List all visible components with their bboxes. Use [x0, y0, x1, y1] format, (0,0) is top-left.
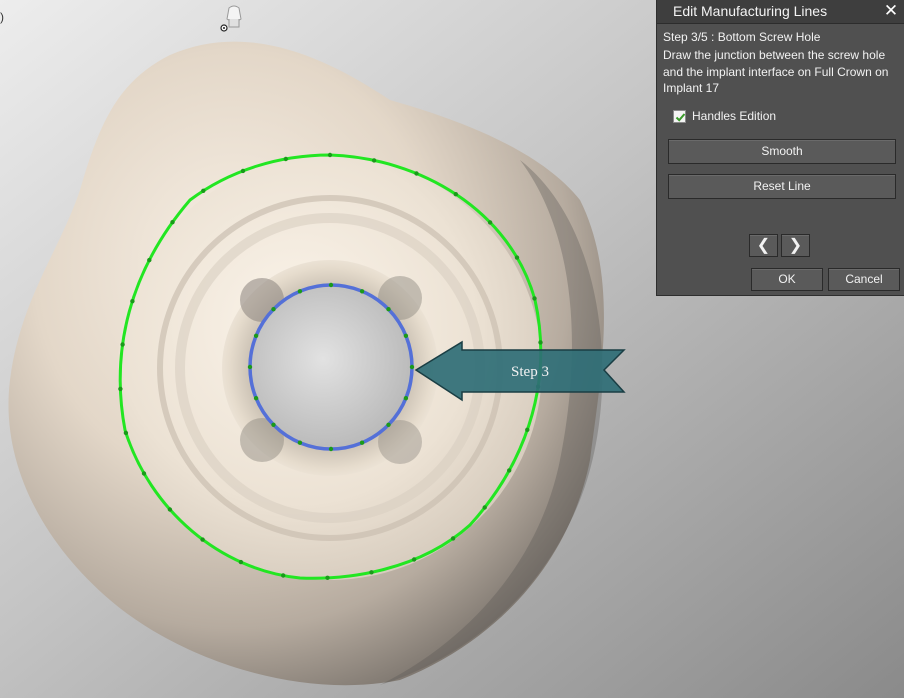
step-description: Draw the junction between the screw hole…: [663, 48, 889, 95]
line-handle[interactable]: [328, 446, 334, 452]
line-handle[interactable]: [240, 168, 246, 174]
smooth-button[interactable]: Smooth: [668, 139, 896, 164]
panel-title: Edit Manufacturing Lines: [673, 3, 828, 19]
next-step-button[interactable]: ❯: [781, 234, 810, 257]
check-icon: [675, 113, 686, 122]
chevron-right-icon: ❯: [788, 237, 803, 254]
line-handle[interactable]: [141, 471, 147, 476]
previous-step-button[interactable]: ❮: [749, 234, 778, 257]
line-handle[interactable]: [120, 342, 125, 347]
line-handle[interactable]: [200, 537, 205, 542]
line-handle[interactable]: [238, 559, 244, 565]
line-handle[interactable]: [514, 255, 520, 260]
reset-line-button[interactable]: Reset Line: [668, 174, 896, 199]
handles-edition-checkbox[interactable]: [673, 110, 686, 123]
line-handle[interactable]: [411, 557, 417, 562]
edge-mark: ): [0, 10, 4, 24]
screw-hole: [251, 287, 411, 447]
line-handle[interactable]: [359, 289, 365, 294]
line-handle[interactable]: [532, 296, 537, 301]
line-handle[interactable]: [297, 289, 303, 294]
line-handle[interactable]: [371, 158, 377, 163]
line-handle[interactable]: [147, 257, 152, 263]
line-handle[interactable]: [328, 282, 334, 288]
step-indicator: Step 3/5 : Bottom Screw Hole: [663, 30, 821, 44]
line-handle[interactable]: [525, 427, 530, 432]
close-icon[interactable]: ✕: [882, 1, 900, 21]
line-handle[interactable]: [450, 536, 456, 541]
line-handle[interactable]: [403, 396, 409, 401]
line-handle[interactable]: [487, 220, 493, 225]
panel-title-bar: Edit Manufacturing Lines ✕: [657, 0, 904, 24]
line-handle[interactable]: [482, 505, 487, 510]
edit-manufacturing-lines-panel: Edit Manufacturing Lines ✕ Step 3/5 : Bo…: [656, 0, 904, 296]
line-handle[interactable]: [253, 396, 259, 401]
line-handle[interactable]: [325, 575, 330, 580]
line-handle[interactable]: [118, 386, 123, 392]
line-handle[interactable]: [247, 364, 253, 370]
line-handle[interactable]: [297, 440, 303, 445]
line-handle[interactable]: [283, 156, 288, 162]
line-handle[interactable]: [167, 507, 173, 512]
handles-edition-label: Handles Edition: [692, 109, 777, 123]
line-handle[interactable]: [403, 333, 409, 338]
line-handle[interactable]: [453, 192, 458, 197]
line-handle[interactable]: [281, 573, 286, 578]
line-handle[interactable]: [359, 440, 365, 445]
line-handle[interactable]: [253, 333, 259, 338]
line-handle[interactable]: [130, 299, 135, 304]
line-handle[interactable]: [327, 152, 333, 158]
line-handle[interactable]: [507, 468, 512, 473]
ok-button[interactable]: OK: [751, 268, 823, 291]
line-handle[interactable]: [538, 340, 543, 345]
line-handle[interactable]: [409, 364, 415, 370]
step-arrow-label: Step 3: [511, 364, 549, 380]
line-handle[interactable]: [201, 188, 206, 193]
chevron-left-icon: ❮: [756, 237, 771, 254]
line-handle[interactable]: [123, 430, 129, 436]
line-handle[interactable]: [386, 422, 391, 427]
cancel-button[interactable]: Cancel: [828, 268, 900, 291]
tooth-orientation-icon[interactable]: [219, 3, 249, 33]
line-handle[interactable]: [170, 220, 175, 225]
line-handle[interactable]: [414, 171, 419, 176]
line-handle[interactable]: [369, 570, 374, 575]
line-handle[interactable]: [271, 422, 276, 427]
line-handle[interactable]: [271, 307, 276, 312]
line-handle[interactable]: [386, 307, 391, 312]
